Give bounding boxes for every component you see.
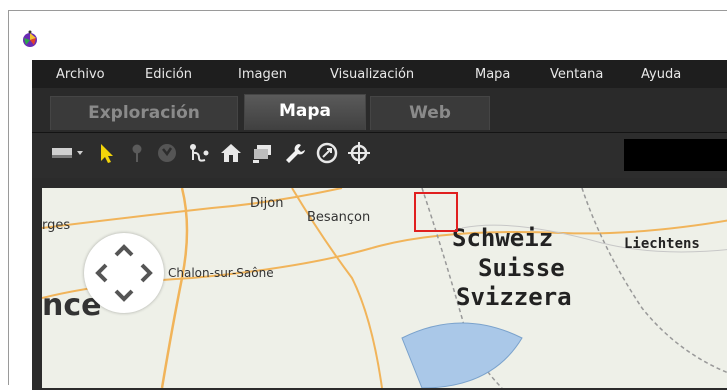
map-label-liechtenstein: Liechtens xyxy=(624,236,700,252)
wrench-highlight-box xyxy=(414,192,458,232)
toolbar xyxy=(32,132,727,179)
pin-icon[interactable] xyxy=(124,140,150,166)
menu-bar: Archivo Edición Imagen Visualización Map… xyxy=(32,60,727,88)
pointer-icon[interactable] xyxy=(94,140,120,166)
map-label-suisse: Suisse xyxy=(478,254,565,282)
tab-mapa[interactable]: Mapa xyxy=(244,94,366,130)
map-label-dijon: Dijon xyxy=(250,196,284,211)
route-icon[interactable] xyxy=(186,140,212,166)
app-logo-icon xyxy=(20,29,40,49)
tab-bar: Exploración Mapa Web xyxy=(32,88,727,132)
pan-down-icon xyxy=(114,289,134,302)
menu-ayuda[interactable]: Ayuda xyxy=(641,67,681,82)
track-icon[interactable] xyxy=(154,140,180,166)
map-label-schweiz: Schweiz xyxy=(452,224,554,252)
map-label-bourges: rges xyxy=(42,218,71,233)
app-body: Archivo Edición Imagen Visualización Map… xyxy=(32,60,727,390)
search-field[interactable] xyxy=(624,139,727,171)
crosshair-icon[interactable] xyxy=(346,140,372,166)
map-view[interactable]: Dijon Besançon Chalon-sur-Saône Schweiz … xyxy=(42,188,727,388)
map-label-svizzera: Svizzera xyxy=(456,283,572,311)
pan-up-icon xyxy=(114,244,134,257)
tab-web[interactable]: Web xyxy=(370,96,490,130)
gps-icon[interactable] xyxy=(314,140,340,166)
pan-left-icon xyxy=(95,263,108,283)
menu-archivo[interactable]: Archivo xyxy=(56,67,105,82)
menu-mapa[interactable]: Mapa xyxy=(475,67,510,82)
view-mode-icon[interactable] xyxy=(50,140,86,166)
home-icon[interactable] xyxy=(218,140,244,166)
map-label-chalon: Chalon-sur-Saône xyxy=(168,266,274,280)
pan-right-icon xyxy=(140,263,153,283)
map-pan-control[interactable] xyxy=(84,233,164,313)
map-label-besancon: Besançon xyxy=(307,210,371,225)
menu-visualizacion[interactable]: Visualización xyxy=(330,67,414,82)
map-panel: Dijon Besançon Chalon-sur-Saône Schweiz … xyxy=(32,178,727,390)
menu-imagen[interactable]: Imagen xyxy=(238,67,287,82)
menu-ventana[interactable]: Ventana xyxy=(550,67,603,82)
settings-wrench-icon[interactable] xyxy=(282,140,308,166)
slideshow-icon[interactable] xyxy=(250,140,276,166)
tab-exploracion[interactable]: Exploración xyxy=(50,96,238,130)
menu-edicion[interactable]: Edición xyxy=(145,67,192,82)
